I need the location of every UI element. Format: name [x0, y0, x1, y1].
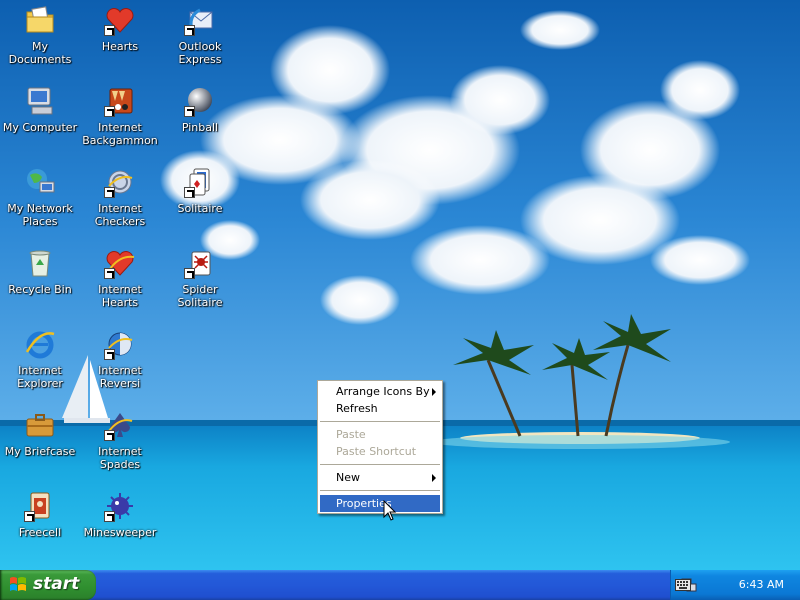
my-network-places-icon [24, 166, 56, 198]
desktop-icon-internet-explorer[interactable]: Internet Explorer [0, 326, 80, 398]
desktop-icon-label: Minesweeper [83, 526, 157, 539]
my-computer-icon [24, 85, 56, 117]
shortcut-arrow-icon [104, 25, 115, 36]
desktop-icon-recycle-bin[interactable]: Recycle Bin [0, 245, 80, 317]
desktop-icon-my-briefcase[interactable]: My Briefcase [0, 407, 80, 479]
desktop-icon-label: Pinball [181, 121, 219, 134]
menu-item-label: Arrange Icons By [336, 385, 430, 398]
outlook-express-icon [184, 4, 216, 36]
clock[interactable]: 6:43 AM [739, 578, 784, 591]
desktop-icon-label: Solitaire [177, 202, 223, 215]
shortcut-arrow-icon [184, 187, 195, 198]
submenu-arrow-icon [432, 388, 436, 396]
menu-item-refresh[interactable]: Refresh [318, 400, 442, 417]
desktop-icon-label: Internet Reversi [98, 364, 142, 390]
desktop-icon-label: Hearts [101, 40, 139, 53]
menu-item-arrange-icons-by[interactable]: Arrange Icons By [318, 383, 442, 400]
internet-reversi-icon [104, 328, 136, 360]
desktop-icon-hearts[interactable]: Hearts [80, 2, 160, 74]
recycle-bin-icon [24, 247, 56, 279]
desktop-icon-label: Spider Solitaire [177, 283, 223, 309]
desktop-icon-my-computer[interactable]: My Computer [0, 83, 80, 155]
desktop-icon-solitaire[interactable]: Solitaire [160, 164, 240, 236]
desktop-icon-label: Internet Hearts [98, 283, 142, 309]
windows-logo-icon [10, 577, 26, 591]
desktop-icon-internet-spades[interactable]: Internet Spades [80, 407, 160, 479]
menu-item-label: New [336, 471, 360, 484]
internet-hearts-icon [104, 247, 136, 279]
keyboard-icon[interactable] [675, 579, 691, 591]
desktop-icon-label: My Network Places [7, 202, 73, 228]
desktop-icon-label: Freecell [18, 526, 62, 539]
shortcut-arrow-icon [184, 25, 195, 36]
submenu-arrow-icon [432, 474, 436, 482]
start-button-label: start [33, 574, 80, 594]
freecell-icon [24, 490, 56, 522]
desktop-icon-minesweeper[interactable]: Minesweeper [80, 488, 160, 560]
desktop-icon-pinball[interactable]: Pinball [160, 83, 240, 155]
desktop-icon-internet-backgammon[interactable]: Internet Backgammon [80, 83, 160, 155]
desktop-icon-label: My Documents [8, 40, 72, 66]
hearts-icon [104, 4, 136, 36]
menu-item-paste-shortcut[interactable]: Paste Shortcut [318, 443, 442, 460]
desktop-icon-internet-checkers[interactable]: Internet Checkers [80, 164, 160, 236]
menu-item-label: Paste Shortcut [336, 445, 417, 458]
desktop-icon-my-documents[interactable]: My Documents [0, 2, 80, 74]
menu-item-paste[interactable]: Paste [318, 426, 442, 443]
my-documents-icon [24, 4, 56, 36]
desktop-icon-label: Internet Spades [98, 445, 142, 471]
desktop-context-menu: Arrange Icons By Refresh Paste Paste Sho… [317, 380, 443, 514]
shortcut-arrow-icon [104, 187, 115, 198]
internet-checkers-icon [104, 166, 136, 198]
shortcut-arrow-icon [184, 106, 195, 117]
desktop-icon-internet-hearts[interactable]: Internet Hearts [80, 245, 160, 317]
desktop-icon-label: Outlook Express [178, 40, 222, 66]
pinball-icon [184, 85, 216, 117]
internet-explorer-icon [24, 328, 56, 360]
shortcut-arrow-icon [104, 268, 115, 279]
shortcut-arrow-icon [184, 268, 195, 279]
shortcut-arrow-icon [104, 106, 115, 117]
shortcut-arrow-icon [24, 511, 35, 522]
desktop-icon-label: Recycle Bin [8, 283, 72, 296]
spider-solitaire-icon [184, 247, 216, 279]
menu-separator [320, 464, 440, 465]
shortcut-arrow-icon [104, 349, 115, 360]
solitaire-icon [184, 166, 216, 198]
desktop-icon-label: Internet Explorer [17, 364, 63, 390]
desktop-icon-spider-solitaire[interactable]: Spider Solitaire [160, 245, 240, 317]
internet-backgammon-icon [104, 85, 136, 117]
desktop-icon-freecell[interactable]: Freecell [0, 488, 80, 560]
desktop-icon-label: Internet Checkers [94, 202, 146, 228]
menu-separator [320, 421, 440, 422]
shortcut-arrow-icon [104, 511, 115, 522]
my-briefcase-icon [24, 409, 56, 441]
desktop-icon-label: My Computer [2, 121, 78, 134]
desktop-icon-my-network-places[interactable]: My Network Places [0, 164, 80, 236]
desktop-icon-internet-reversi[interactable]: Internet Reversi [80, 326, 160, 398]
menu-item-label: Refresh [336, 402, 378, 415]
mouse-pointer-icon [383, 500, 397, 521]
internet-spades-icon [104, 409, 136, 441]
menu-item-new[interactable]: New [318, 469, 442, 486]
start-button[interactable]: start [0, 570, 96, 600]
menu-item-properties[interactable]: Properties [320, 495, 440, 512]
desktop-icon-label: My Briefcase [4, 445, 76, 458]
menu-separator [320, 490, 440, 491]
desktop-icon-label: Internet Backgammon [82, 121, 158, 147]
shortcut-arrow-icon [104, 430, 115, 441]
desktop-icon-outlook-express[interactable]: Outlook Express [160, 2, 240, 74]
minesweeper-icon [104, 490, 136, 522]
menu-item-label: Paste [336, 428, 366, 441]
